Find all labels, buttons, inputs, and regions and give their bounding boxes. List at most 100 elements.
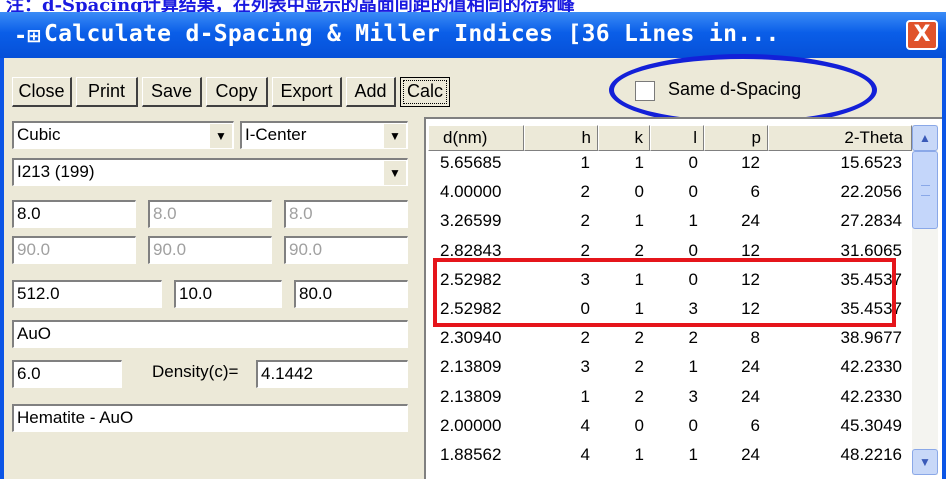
cell-h: 2 [580,182,590,202]
cell-l: 0 [688,153,698,172]
table-row[interactable]: 3.26599 2 1 1 24 27.2834 [426,211,910,231]
scroll-up-icon[interactable]: ▲ [912,125,938,151]
cell-k: 0 [634,182,644,202]
cell-2theta: 22.2056 [840,182,902,202]
gamma-input: 90.0 [284,236,408,264]
density-input[interactable]: 4.1442 [256,360,408,388]
cell-d: 4.00000 [440,182,502,202]
cell-d: 2.30940 [440,328,502,348]
col-header-2theta[interactable]: 2-Theta [768,125,912,151]
density-label: Density(c)= [152,362,239,381]
cell-d: 3.26599 [440,211,502,231]
cell-l: 1 [688,357,698,377]
crystal-system-value: Cubic [17,125,61,144]
cell-2theta: 15.6523 [840,153,902,172]
crystal-system-select[interactable]: Cubic ▼ [12,121,234,149]
annotation-ellipse [609,54,877,126]
cell-p: 24 [741,211,760,231]
cell-d: 2.13809 [440,357,502,377]
close-window-button[interactable]: X [906,20,938,50]
table-row[interactable]: 2.13809 1 2 3 24 42.2330 [426,387,910,407]
app-icon: -⊞ [14,24,41,49]
print-button[interactable]: Print [76,77,138,107]
cell-p: 8 [750,328,760,348]
title-bar[interactable]: -⊞ Calculate d-Spacing & Miller Indices … [0,12,946,58]
chevron-down-icon[interactable]: ▼ [383,124,406,148]
z-input[interactable]: 6.0 [12,360,122,388]
cell-h: 3 [580,357,590,377]
grip-icon [921,185,930,196]
cell-p: 24 [741,386,760,406]
cell-2theta: 45.3049 [840,415,902,435]
window-title: Calculate d-Spacing & Miller Indices [36… [44,21,780,47]
cell-k: 2 [634,328,644,348]
lattice-a-input[interactable]: 8.0 [12,200,136,228]
save-button[interactable]: Save [142,77,202,107]
cell-2theta: 38.9677 [840,328,902,348]
table-row[interactable]: 2.13809 3 2 1 24 42.2330 [426,357,910,377]
table-row[interactable]: 4.00000 2 0 0 6 22.2056 [426,182,910,202]
add-button[interactable]: Add [346,77,396,107]
table-row[interactable]: 2.00000 4 0 0 6 45.3049 [426,416,910,436]
centering-select[interactable]: I-Center ▼ [240,121,408,149]
cell-p: 24 [741,445,760,464]
cell-k: 1 [634,153,644,172]
cell-k: 1 [634,211,644,231]
cell-h: 4 [580,415,590,435]
cell-l: 1 [688,445,698,464]
space-group-select[interactable]: I213 (199) ▼ [12,158,408,186]
cell-k: 2 [634,386,644,406]
table-row[interactable]: 5.65685 1 1 0 12 15.6523 [426,153,910,173]
export-button[interactable]: Export [272,77,342,107]
formula-input[interactable]: AuO [12,320,408,348]
cell-h: 4 [580,445,590,464]
param-input-3[interactable]: 80.0 [294,280,408,308]
param-input-1[interactable]: 512.0 [12,280,162,308]
cell-2theta: 42.2330 [840,386,902,406]
close-button[interactable]: Close [12,77,72,107]
cell-p: 6 [750,182,760,202]
col-header-k[interactable]: k [598,125,650,151]
chevron-down-icon[interactable]: ▼ [209,124,232,148]
top-annotation-strip: 注：d-Spacing计算结果，在列表中显示的晶面间距的值相同的衍射峰 [0,0,946,12]
cell-2theta: 42.2330 [840,357,902,377]
cell-h: 2 [580,328,590,348]
col-header-l[interactable]: l [650,125,704,151]
cell-l: 3 [688,386,698,406]
scroll-down-icon[interactable]: ▼ [912,449,938,475]
cell-l: 1 [688,211,698,231]
cell-l: 0 [688,182,698,202]
cell-k: 2 [634,357,644,377]
col-header-h[interactable]: h [524,125,598,151]
param-input-2[interactable]: 10.0 [174,280,282,308]
col-header-d[interactable]: d(nm) [428,125,524,151]
lattice-b-input: 8.0 [148,200,272,228]
cell-h: 2 [580,211,590,231]
cell-d: 2.13809 [440,386,502,406]
centering-value: I-Center [245,125,307,144]
table-row[interactable]: 1.88562 4 1 1 24 48.2216 [426,445,910,465]
same-d-spacing-highlight [433,258,896,327]
col-header-p[interactable]: p [704,125,768,151]
top-annotation-text: 注：d-Spacing计算结果，在列表中显示的晶面间距的值相同的衍射峰 [6,0,575,12]
phase-name-input[interactable]: Hematite - AuO [12,404,408,432]
chevron-down-icon[interactable]: ▼ [383,161,406,185]
table-row[interactable]: 2.30940 2 2 2 8 38.9677 [426,328,910,348]
cell-d: 5.65685 [440,153,502,172]
vertical-scrollbar[interactable]: ▲ ▼ [912,125,938,475]
beta-input: 90.0 [148,236,272,264]
cell-p: 24 [741,357,760,377]
cell-l: 2 [688,328,698,348]
cell-p: 12 [741,153,760,172]
cell-p: 6 [750,415,760,435]
cell-2theta: 48.2216 [840,445,902,464]
copy-button[interactable]: Copy [206,77,268,107]
cell-l: 0 [688,415,698,435]
calc-d-spacing-window: -⊞ Calculate d-Spacing & Miller Indices … [0,12,946,479]
cell-d: 1.88562 [440,445,502,464]
calc-button[interactable]: Calc [400,77,450,107]
alpha-input: 90.0 [12,236,136,264]
scroll-thumb[interactable] [912,151,938,229]
cell-2theta: 27.2834 [840,211,902,231]
cell-h: 1 [580,386,590,406]
